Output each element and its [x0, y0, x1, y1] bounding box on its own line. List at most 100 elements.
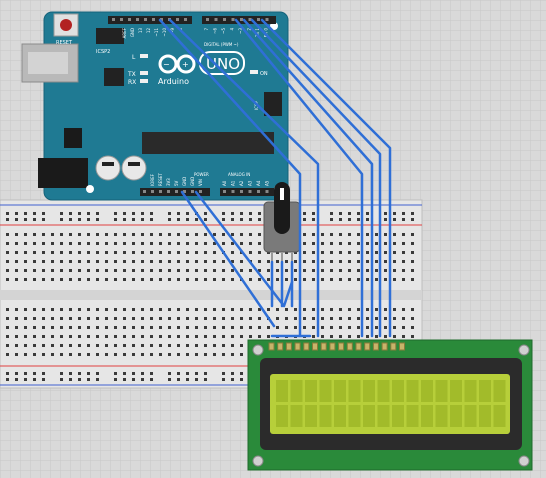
icsp2-header	[96, 28, 124, 44]
breadboard-hole	[240, 212, 243, 215]
breadboard-hole	[42, 212, 45, 215]
led-rx	[140, 79, 148, 83]
breadboard-hole	[24, 260, 27, 263]
digital-pin-label: ~10	[162, 28, 167, 37]
breadboard-hole	[60, 278, 63, 281]
breadboard-hole	[114, 260, 117, 263]
breadboard-hole	[42, 326, 45, 329]
breadboard-hole	[366, 242, 369, 245]
breadboard-hole	[150, 353, 153, 356]
breadboard-hole	[15, 326, 18, 329]
breadboard-hole	[177, 308, 180, 311]
breadboard-hole	[321, 317, 324, 320]
breadboard-hole	[69, 251, 72, 254]
usb-chip	[104, 68, 124, 86]
breadboard-hole	[204, 326, 207, 329]
breadboard-hole	[87, 353, 90, 356]
lcd-pin	[320, 342, 327, 351]
breadboard-hole	[276, 308, 279, 311]
breadboard-hole	[69, 260, 72, 263]
breadboard-hole	[87, 251, 90, 254]
breadboard-hole	[150, 335, 153, 338]
breadboard-hole	[33, 372, 36, 375]
breadboard-hole	[168, 353, 171, 356]
breadboard-hole	[15, 251, 18, 254]
breadboard-hole	[240, 372, 243, 375]
power-pin-label: GND	[182, 177, 187, 186]
breadboard-hole	[87, 242, 90, 245]
lcd-cell	[421, 405, 433, 427]
breadboard-hole	[231, 233, 234, 236]
breadboard-hole	[60, 353, 63, 356]
breadboard-hole	[249, 335, 252, 338]
breadboard-hole	[411, 251, 414, 254]
breadboard-hole	[222, 353, 225, 356]
breadboard-hole	[303, 242, 306, 245]
breadboard-hole	[177, 326, 180, 329]
lcd-cell	[493, 405, 506, 427]
breadboard-hole	[51, 344, 54, 347]
breadboard-hole	[186, 212, 189, 215]
header-pin	[112, 18, 115, 21]
power-pin-label: 3V3	[166, 178, 171, 186]
lcd-cell	[290, 405, 303, 427]
breadboard-hole	[240, 233, 243, 236]
breadboard-hole	[132, 317, 135, 320]
breadboard-hole	[240, 260, 243, 263]
breadboard-hole	[411, 260, 414, 263]
breadboard-hole	[384, 269, 387, 272]
breadboard-hole	[60, 378, 63, 381]
breadboard-hole	[87, 372, 90, 375]
breadboard-hole	[141, 278, 144, 281]
breadboard-hole	[96, 335, 99, 338]
breadboard-hole	[384, 308, 387, 311]
breadboard-hole	[402, 218, 405, 221]
header-pin	[231, 190, 235, 193]
breadboard-hole	[114, 242, 117, 245]
breadboard-hole	[87, 260, 90, 263]
breadboard-hole	[321, 251, 324, 254]
header-pin	[128, 18, 131, 21]
breadboard-hole	[33, 317, 36, 320]
breadboard-hole	[87, 335, 90, 338]
breadboard-hole	[195, 335, 198, 338]
breadboard-hole	[402, 242, 405, 245]
breadboard-hole	[330, 335, 333, 338]
breadboard-hole	[249, 251, 252, 254]
breadboard-hole	[132, 269, 135, 272]
breadboard-hole	[141, 218, 144, 221]
breadboard-hole	[411, 308, 414, 311]
usb-port-inner	[28, 52, 68, 74]
breadboard-hole	[294, 278, 297, 281]
breadboard-hole	[78, 308, 81, 311]
lcd-mount-hole	[252, 344, 264, 356]
breadboard-hole	[42, 353, 45, 356]
led-tx	[140, 71, 148, 75]
breadboard-hole	[231, 251, 234, 254]
breadboard-hole	[159, 233, 162, 236]
breadboard-hole	[33, 269, 36, 272]
breadboard-hole	[366, 233, 369, 236]
breadboard-hole	[222, 260, 225, 263]
on-led	[250, 70, 258, 74]
breadboard-hole	[204, 344, 207, 347]
breadboard-hole	[105, 260, 108, 263]
breadboard-hole	[141, 212, 144, 215]
voltage-regulator	[64, 128, 82, 148]
breadboard-hole	[231, 353, 234, 356]
lcd-pin	[390, 342, 397, 351]
breadboard-hole	[60, 372, 63, 375]
breadboard-hole	[312, 242, 315, 245]
power-pin-label: GND	[190, 177, 195, 186]
breadboard-hole	[321, 233, 324, 236]
breadboard-hole	[6, 378, 9, 381]
breadboard-hole	[123, 242, 126, 245]
breadboard-hole	[177, 242, 180, 245]
breadboard-hole	[150, 260, 153, 263]
breadboard-hole	[303, 308, 306, 311]
reset-button-cap[interactable]	[60, 19, 72, 31]
breadboard-hole	[150, 212, 153, 215]
breadboard-hole	[348, 317, 351, 320]
breadboard-hole	[33, 242, 36, 245]
breadboard-hole	[222, 233, 225, 236]
